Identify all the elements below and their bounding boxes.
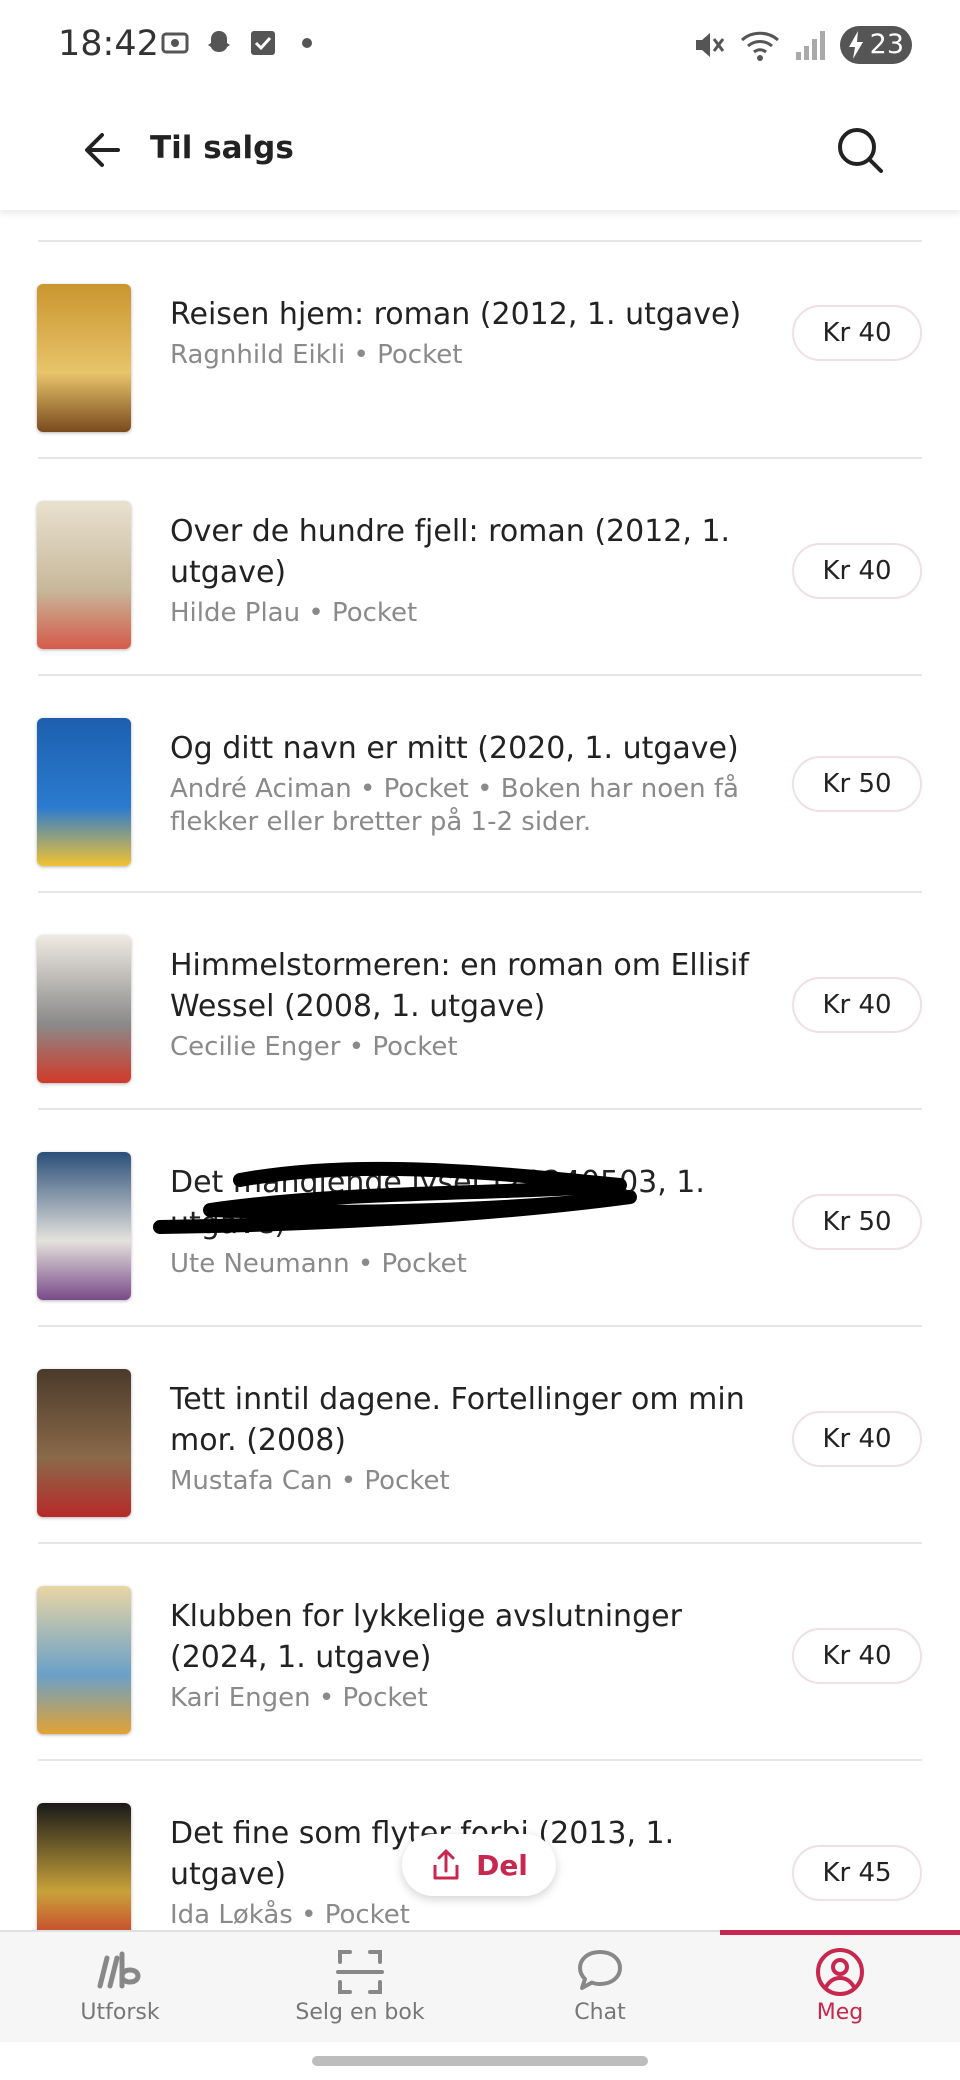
book-meta: Kari Engen • Pocket [170,1683,428,1713]
nav-label: Utforsk [80,2000,160,2025]
nav-meg[interactable]: Meg [720,1930,960,2042]
book-cover [37,1803,131,1930]
share-button[interactable]: Del [402,1834,556,1896]
nav-utforsk[interactable]: Utforsk [0,1932,240,2042]
price-button[interactable]: Kr 40 [792,1627,922,1684]
charging-bolt-icon [848,31,863,59]
listing-list: Reisen hjem: roman (2012, 1. utgave) Rag… [0,210,960,1930]
book-cover [37,1586,131,1734]
list-item[interactable]: Himmelstormeren: en roman om Ellisif Wes… [0,893,960,1110]
book-cover [37,935,131,1083]
profile-icon [816,1948,864,1996]
book-cover [37,718,131,866]
price-button[interactable]: Kr 45 [792,1844,922,1901]
bottom-nav: Utforsk Selg en bok Chat Meg [0,1930,960,2042]
book-title: Klubben for lykkelige avslutninger (2024… [170,1599,682,1675]
book-meta: André Aciman • Pocket • Boken har noen f… [170,774,739,837]
share-label: Del [476,1848,528,1882]
gesture-bar[interactable] [312,2056,648,2066]
scan-icon [336,1950,384,1994]
list-item[interactable]: Over de hundre fjell: roman (2012, 1. ut… [0,459,960,676]
book-meta: Hilde Plau • Pocket [170,598,418,628]
book-title: Og ditt navn er mitt (2020, 1. utgave) [170,731,739,766]
utforsk-icon [97,1951,141,1989]
page-title: Til salgs [150,130,294,166]
book-title: Det manglende lyset (20240503, 1. utgave… [170,1165,705,1241]
price-button[interactable]: Kr 40 [792,542,922,599]
share-icon [433,1849,459,1880]
nav-label: Chat [574,2000,626,2025]
status-bar: 18:42 23 [0,0,960,100]
signal-icon [795,31,825,60]
battery-indicator: 23 [839,26,912,64]
mute-icon [695,33,724,57]
chat-icon [578,1950,622,1990]
book-title: Himmelstormeren: en roman om Ellisif Wes… [170,948,749,1024]
nav-label: Selg en bok [295,2000,425,2025]
back-arrow-icon[interactable] [78,125,128,175]
list-item[interactable]: Og ditt navn er mitt (2020, 1. utgave) A… [0,676,960,893]
price-button[interactable]: Kr 40 [792,305,922,361]
book-title: Tett inntil dagene. Fortellinger om min … [170,1382,745,1458]
book-title: Over de hundre fjell: roman (2012, 1. ut… [170,514,731,590]
nav-selg-en-bok[interactable]: Selg en bok [240,1932,480,2042]
more-notifications-dot [302,38,312,48]
book-meta: Ragnhild Eikli • Pocket [170,340,463,370]
book-cover [37,1369,131,1517]
checkbox-icon [251,31,275,55]
book-cover [37,284,131,432]
snapchat-icon [208,31,230,52]
book-title: Reisen hjem: roman (2012, 1. utgave) [170,297,742,332]
price-button[interactable]: Kr 50 [792,755,922,812]
list-item[interactable]: Klubben for lykkelige avslutninger (2024… [0,1544,960,1761]
list-item[interactable]: Tett inntil dagene. Fortellinger om min … [0,1327,960,1544]
book-cover [37,501,131,649]
status-time: 18:42 [58,24,159,64]
wifi-icon [740,31,779,61]
book-meta: Ute Neumann • Pocket [170,1249,467,1279]
book-meta: Ida Løkås • Pocket [170,1900,410,1930]
screenshot-icon [161,32,189,54]
app-bar: Til salgs [0,100,960,210]
nav-label: Meg [816,2000,864,2025]
book-meta: Mustafa Can • Pocket [170,1466,450,1496]
system-icons: 23 [692,26,912,64]
search-icon[interactable] [830,120,890,180]
nav-chat[interactable]: Chat [480,1932,720,2042]
battery-level: 23 [869,29,904,60]
price-button[interactable]: Kr 50 [792,1193,922,1250]
notification-icons [160,28,312,58]
price-button[interactable]: Kr 40 [792,1410,922,1467]
price-button[interactable]: Kr 40 [792,976,922,1033]
book-cover [37,1152,131,1300]
list-item[interactable]: Reisen hjem: roman (2012, 1. utgave) Rag… [0,242,960,459]
list-item[interactable]: Det manglende lyset (20240503, 1. utgave… [0,1110,960,1327]
book-meta: Cecilie Enger • Pocket [170,1032,458,1062]
